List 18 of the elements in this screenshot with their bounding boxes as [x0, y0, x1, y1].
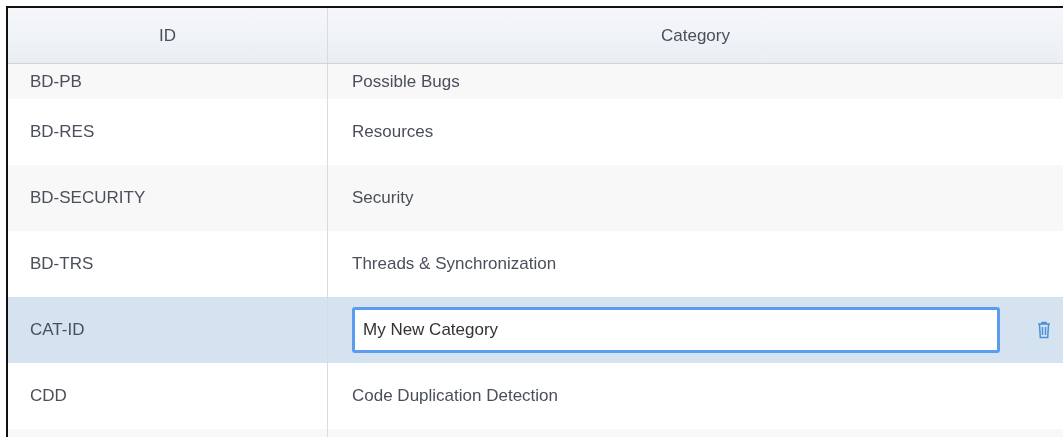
table-cell-text: Security [352, 187, 414, 210]
table-cell-text: BD-RES [30, 121, 95, 144]
table-cell-text: Possible Bugs [352, 70, 460, 93]
column-header[interactable]: Category [328, 8, 1063, 63]
table-row[interactable]: BD-PB Possible Bugs [8, 64, 1063, 99]
table-cell-text: Code Duplication Detection [352, 385, 558, 408]
table-cell-text: BD-SECURITY [30, 187, 146, 210]
table-cell-text: CAT-ID [30, 319, 85, 342]
input-field[interactable]: My New Category [352, 307, 1000, 353]
table-row[interactable]: BD-SECURITY Security [8, 165, 1063, 231]
table-cell-text: BD-PB [30, 70, 82, 93]
table-cell-text: BD-TRS [30, 253, 94, 276]
table-cell-text: CDD [30, 385, 67, 408]
table-cell-text: Threads & Synchronization [352, 253, 557, 276]
table-row[interactable]: CAT-ID My New Category [8, 297, 1063, 363]
column-header[interactable]: ID [8, 8, 328, 63]
table-cell-text: Resources [352, 121, 434, 144]
trash-icon[interactable] [1037, 321, 1051, 339]
